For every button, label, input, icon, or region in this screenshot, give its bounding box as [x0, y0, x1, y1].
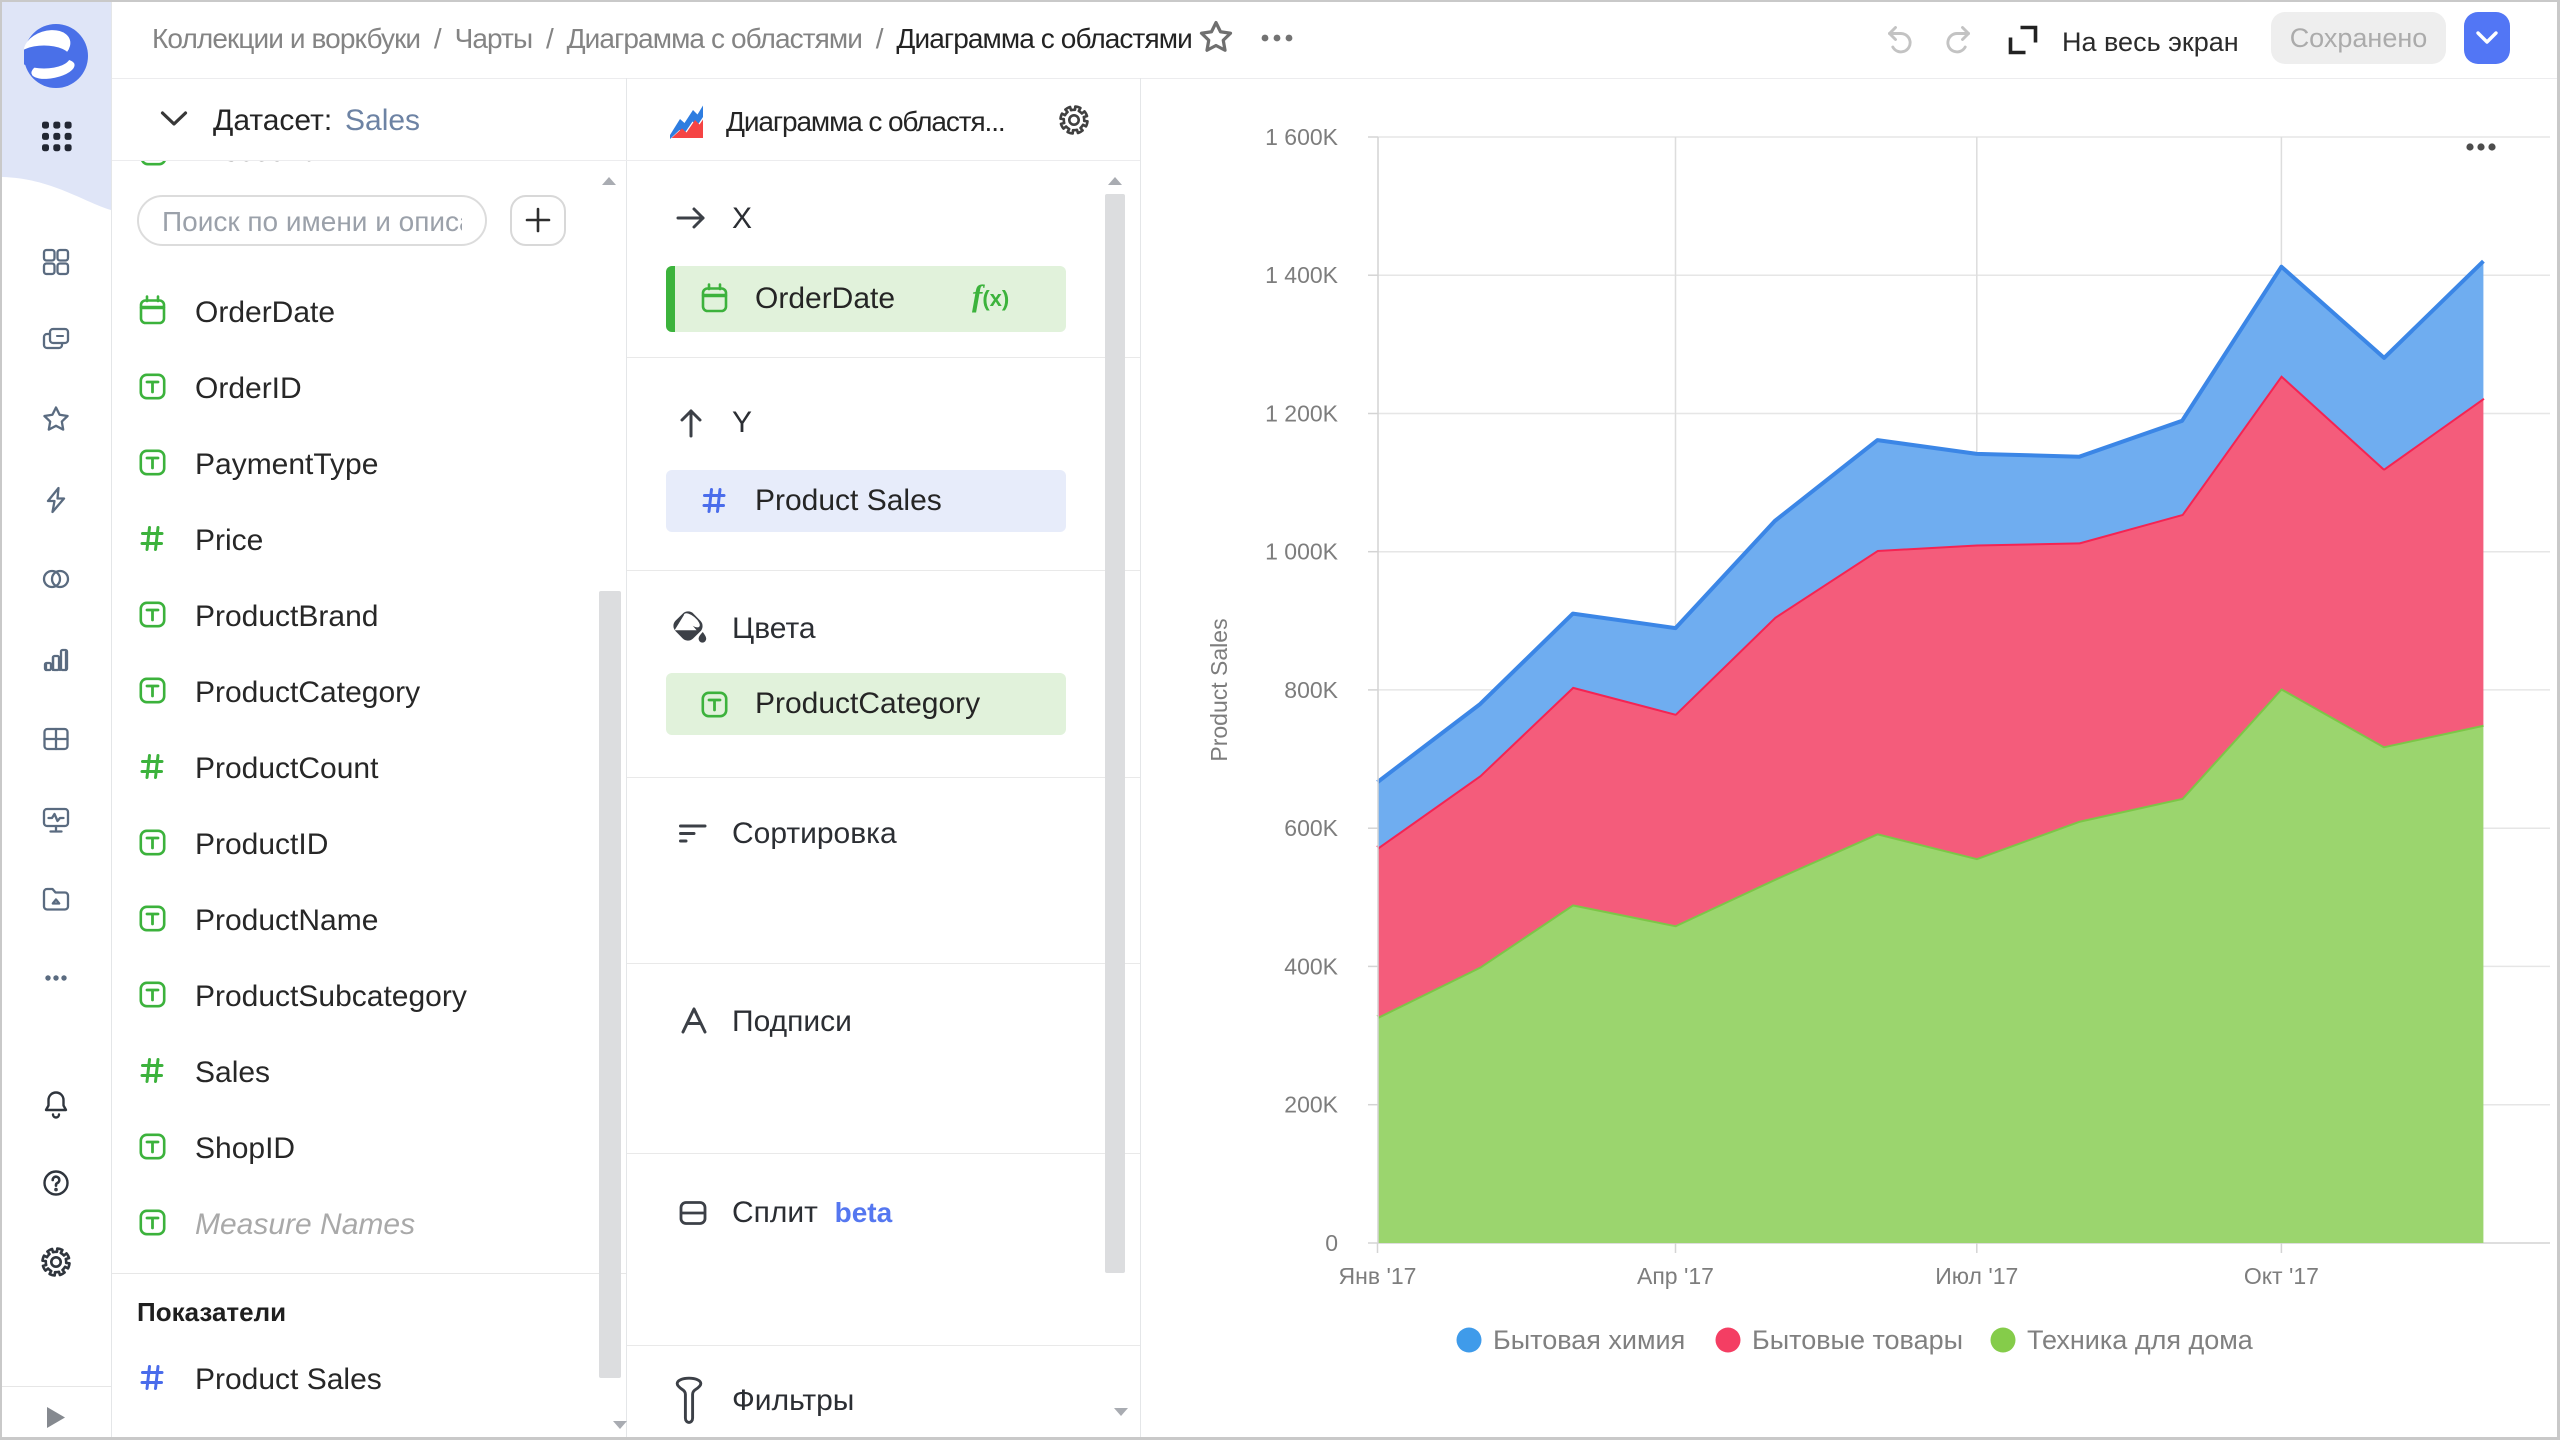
svg-text:Апр '17: Апр '17	[1637, 1263, 1714, 1289]
svg-text:Бытовая химия: Бытовая химия	[1493, 1325, 1685, 1355]
svg-text:200K: 200K	[1284, 1092, 1338, 1118]
svg-text:Техника для дома: Техника для дома	[2027, 1325, 2254, 1355]
svg-text:0: 0	[1325, 1230, 1338, 1256]
svg-text:Окт '17: Окт '17	[2244, 1263, 2319, 1289]
svg-text:1 600K: 1 600K	[1265, 124, 1339, 150]
svg-text:1 200K: 1 200K	[1265, 401, 1339, 427]
svg-text:1 000K: 1 000K	[1265, 539, 1339, 565]
svg-text:600K: 600K	[1284, 815, 1338, 841]
svg-text:Янв '17: Янв '17	[1339, 1263, 1417, 1289]
svg-text:Июл '17: Июл '17	[1935, 1263, 2018, 1289]
svg-text:800K: 800K	[1284, 677, 1338, 703]
svg-text:1 400K: 1 400K	[1265, 262, 1339, 288]
svg-text:Product Sales: Product Sales	[1206, 618, 1232, 761]
svg-text:400K: 400K	[1284, 953, 1338, 979]
svg-text:Бытовые товары: Бытовые товары	[1752, 1325, 1963, 1355]
